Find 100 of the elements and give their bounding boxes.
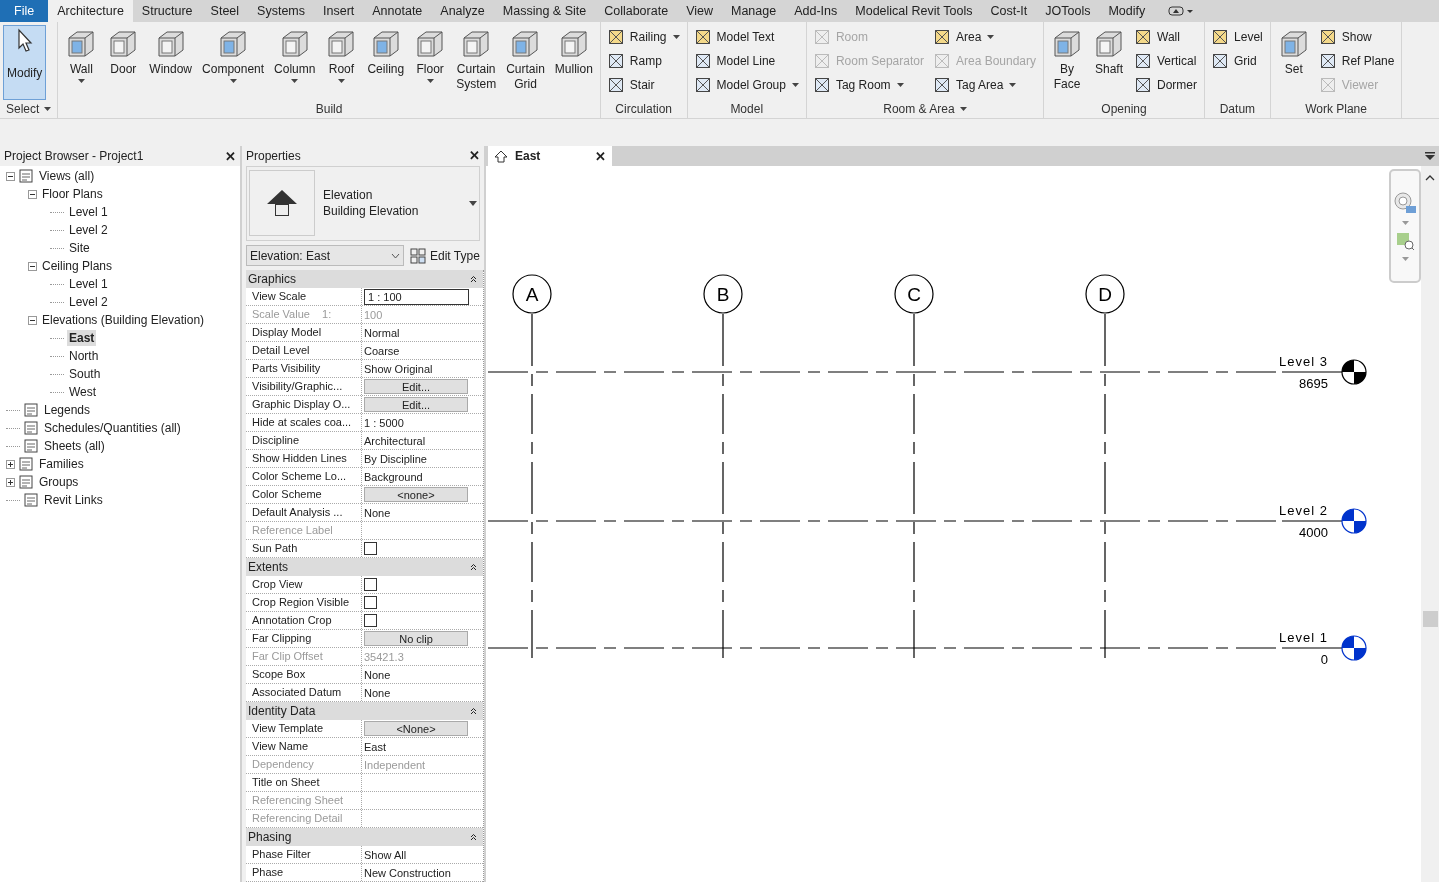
close-button[interactable]: ✕: [225, 148, 236, 164]
ribbon-tab[interactable]: Analyze: [431, 0, 494, 22]
ribbon-button[interactable]: Model Line: [694, 51, 799, 71]
ribbon-button[interactable]: Model Group: [694, 75, 799, 95]
ribbon-tab[interactable]: View: [677, 0, 722, 22]
ribbon-tab[interactable]: Collaborate: [595, 0, 678, 22]
expand-toggle[interactable]: [6, 477, 15, 487]
checkbox[interactable]: [364, 596, 377, 609]
ribbon-tab[interactable]: Modelical Revit Tools: [846, 0, 982, 22]
ribbon-tab[interactable]: Cost-It: [981, 0, 1037, 22]
tree-item[interactable]: South: [67, 366, 103, 382]
checkbox[interactable]: [364, 578, 377, 591]
ribbon-tab[interactable]: Manage: [722, 0, 786, 22]
ribbon-tab[interactable]: Massing & Site: [493, 0, 596, 22]
tree-item[interactable]: Groups: [37, 474, 81, 490]
property-button[interactable]: <none>: [364, 487, 468, 502]
property-button[interactable]: <None>: [364, 721, 468, 736]
scrollbar-thumb[interactable]: [1422, 611, 1438, 627]
ribbon-button[interactable]: Vertical: [1135, 51, 1198, 71]
wheel-icon[interactable]: [1393, 191, 1417, 215]
tree-item[interactable]: Views (all): [37, 168, 97, 184]
ribbon-button[interactable]: Level: [1212, 27, 1263, 47]
ribbon-tab[interactable]: Modify: [1099, 0, 1155, 22]
ribbon-button[interactable]: Column: [270, 25, 320, 100]
zoom-icon[interactable]: [1395, 231, 1415, 251]
tree-item[interactable]: Level 1: [67, 204, 110, 220]
expand-toggle[interactable]: [28, 189, 37, 199]
ribbon-tab[interactable]: File: [0, 0, 49, 22]
property-button[interactable]: Edit...: [364, 397, 468, 412]
ribbon-tab[interactable]: Systems: [248, 0, 314, 22]
ribbon-button[interactable]: Ramp: [607, 51, 680, 71]
ribbon-button[interactable]: Shaft: [1089, 25, 1129, 100]
tree-item[interactable]: North: [67, 348, 101, 364]
ribbon-button[interactable]: Component: [198, 25, 269, 100]
menu-icon[interactable]: [1425, 152, 1435, 160]
tree-item[interactable]: Level 2: [67, 222, 110, 238]
tree-item[interactable]: Level 1: [67, 276, 110, 292]
ribbon-button[interactable]: Modify: [3, 25, 47, 100]
tree-item[interactable]: Level 2: [67, 294, 110, 310]
ribbon-tab[interactable]: Insert: [314, 0, 364, 22]
instance-dropdown[interactable]: Elevation: East: [246, 245, 404, 266]
ribbon-button[interactable]: Ceiling: [363, 25, 409, 100]
arrow-up-icon[interactable]: [1425, 174, 1435, 181]
ribbon-button[interactable]: Mullion: [550, 25, 597, 100]
ribbon-button[interactable]: Grid: [1212, 51, 1263, 71]
ribbon-button[interactable]: Wall: [1135, 27, 1198, 47]
ribbon-tab[interactable]: Structure: [132, 0, 202, 22]
ribbon-button[interactable]: Model Text: [694, 27, 799, 47]
tree-item[interactable]: Site: [67, 240, 92, 256]
tree-item[interactable]: West: [67, 384, 99, 400]
tree-item[interactable]: Floor Plans: [40, 186, 105, 202]
input-field[interactable]: 1 : 100: [364, 288, 469, 305]
tree-item[interactable]: East: [67, 330, 97, 346]
close-button[interactable]: ✕: [595, 148, 606, 164]
caret-icon[interactable]: [1401, 257, 1409, 261]
scrollbar[interactable]: [1421, 166, 1439, 882]
ribbon-button[interactable]: Curtain System: [452, 25, 501, 100]
section-header[interactable]: Identity Data: [246, 702, 483, 720]
ribbon-tab[interactable]: JOTools: [1036, 0, 1100, 22]
ribbon-button[interactable]: Railing: [607, 27, 680, 47]
ribbon-button[interactable]: Area: [933, 27, 1036, 47]
ribbon-button[interactable]: Dormer: [1135, 75, 1198, 95]
ribbon-button[interactable]: Tag Area: [933, 75, 1036, 95]
ribbon-button[interactable]: Tag Room: [813, 75, 924, 95]
ribbon-button[interactable]: By Face: [1047, 25, 1087, 100]
tree-item[interactable]: Elevations (Building Elevation): [40, 312, 207, 328]
tree-item[interactable]: Legends: [42, 402, 93, 418]
ribbon-tab[interactable]: Add-Ins: [785, 0, 847, 22]
tree-item[interactable]: Ceiling Plans: [40, 258, 115, 274]
tree-item[interactable]: Schedules/Quantities (all): [42, 420, 183, 436]
ribbon-button[interactable]: Window: [145, 25, 197, 100]
ribbon-button[interactable]: Show: [1319, 27, 1395, 47]
ribbon-tab[interactable]: Steel: [201, 0, 249, 22]
view-tab[interactable]: East ✕: [488, 146, 612, 166]
section-header[interactable]: Graphics: [246, 270, 483, 288]
property-button[interactable]: No clip: [364, 631, 468, 646]
ribbon-tab[interactable]: Annotate: [363, 0, 432, 22]
expand-toggle[interactable]: [28, 315, 37, 325]
panel-toggle-icon[interactable]: [1168, 5, 1195, 17]
tree-item[interactable]: Sheets (all): [42, 438, 107, 454]
close-button[interactable]: ✕: [469, 148, 480, 164]
tree-item[interactable]: Revit Links: [42, 492, 105, 508]
expand-toggle[interactable]: [6, 171, 15, 181]
edit-type-button[interactable]: Edit Type: [410, 247, 480, 264]
property-button[interactable]: Edit...: [364, 379, 468, 394]
expand-toggle[interactable]: [28, 261, 37, 271]
ribbon-button[interactable]: Roof: [321, 25, 362, 100]
ribbon-button[interactable]: Wall: [61, 25, 102, 100]
ribbon-button[interactable]: Curtain Grid: [502, 25, 549, 100]
type-selector[interactable]: Elevation Building Elevation: [246, 165, 480, 241]
checkbox[interactable]: [364, 542, 377, 555]
tree-item[interactable]: Families: [37, 456, 86, 472]
ribbon-button[interactable]: Ref Plane: [1319, 51, 1395, 71]
section-header[interactable]: Phasing: [246, 828, 483, 846]
checkbox[interactable]: [364, 614, 377, 627]
caret-icon[interactable]: [1401, 221, 1409, 225]
ribbon-button[interactable]: Set: [1273, 25, 1314, 100]
ribbon-tab[interactable]: Architecture: [48, 0, 133, 22]
expand-toggle[interactable]: [6, 459, 15, 469]
ribbon-button[interactable]: Floor: [410, 25, 451, 100]
